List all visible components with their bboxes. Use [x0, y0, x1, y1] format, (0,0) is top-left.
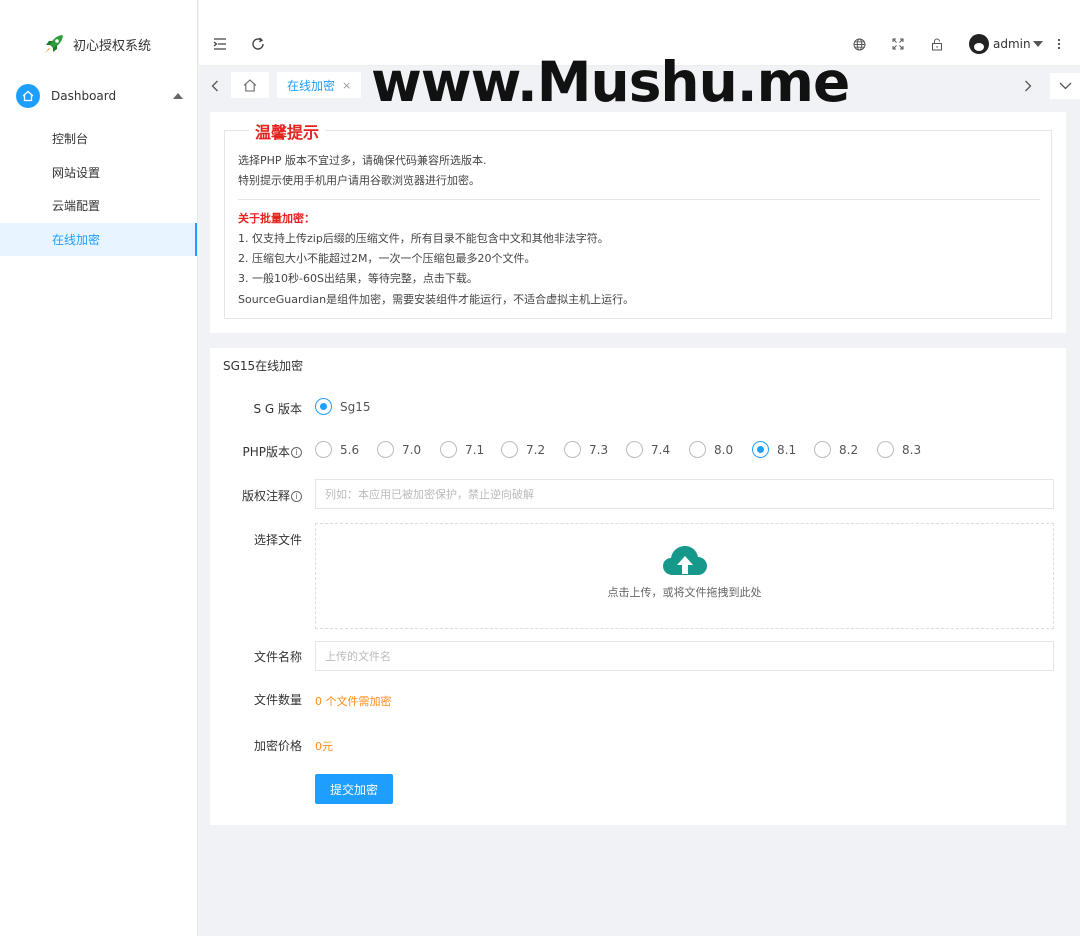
sidebar-item-console[interactable]: 控制台 [0, 122, 197, 156]
radio-label: 7.2 [526, 442, 546, 457]
php-version-label-text: PHP版本 [242, 445, 291, 459]
radio-label: 8.1 [777, 442, 797, 457]
sidebar: 初心授权系统 Dashboard 控制台 网站设置 云端配置 在线加密 [0, 0, 198, 936]
php-version-radio[interactable]: 5.6 [315, 441, 359, 458]
php-version-radio[interactable]: 7.3 [564, 441, 608, 458]
divider [238, 199, 1040, 200]
radio-label: 7.3 [589, 442, 609, 457]
php-version-radio[interactable]: 8.1 [752, 441, 796, 458]
tab-close-icon[interactable]: × [342, 79, 351, 92]
more-vertical-icon[interactable] [1049, 34, 1069, 54]
batch-heading: 关于批量加密： [238, 212, 315, 225]
tabs-dropdown-button[interactable] [1050, 73, 1080, 99]
radio-label: 8.2 [839, 442, 859, 457]
radio-circle [626, 441, 643, 458]
menu-fold-icon[interactable] [210, 34, 230, 54]
submit-encrypt-button[interactable]: 提交加密 [315, 774, 393, 804]
user-menu[interactable]: admin [969, 33, 1043, 55]
radio-circle [501, 441, 518, 458]
notice-line: 特别提示使用手机用户请用谷歌浏览器进行加密。 [238, 174, 480, 187]
tab-label: 在线加密 [287, 78, 336, 93]
radio-label: 7.1 [465, 442, 485, 457]
fullscreen-icon[interactable] [888, 34, 908, 54]
radio-circle [877, 441, 894, 458]
radio-circle [315, 441, 332, 458]
app-logo[interactable]: 初心授权系统 [0, 0, 197, 88]
radio-circle [377, 441, 394, 458]
sidebar-group-dashboard[interactable]: Dashboard [0, 84, 197, 108]
radio-circle [315, 398, 332, 415]
file-count-value: 0 个文件需加密 [315, 695, 392, 708]
tab-home[interactable] [231, 72, 269, 98]
home-outline-icon [243, 78, 257, 92]
info-icon[interactable]: i [291, 447, 302, 458]
filename-input[interactable] [315, 641, 1054, 671]
watermark-text: www.Mushu.me [371, 50, 850, 114]
filename-label: 文件名称 [253, 650, 302, 664]
batch-line: 1. 仅支持上传zip后缀的压缩文件，所有目录不能包含中文和其他非法字符。 [238, 232, 609, 245]
notice-card: 温馨提示 选择PHP 版本不宜过多，请确保代码兼容所选版本. 特别提示使用手机用… [210, 112, 1066, 333]
radio-circle [752, 441, 769, 458]
php-version-label: PHP版本 i [210, 443, 302, 460]
chevron-down-icon [1059, 82, 1071, 90]
lock-icon[interactable] [927, 34, 947, 54]
refresh-icon[interactable] [248, 34, 268, 54]
php-version-radio[interactable]: 8.3 [877, 441, 921, 458]
app-title: 初心授权系统 [73, 38, 152, 54]
home-icon [16, 84, 40, 108]
sg-version-radio[interactable]: Sg15 [315, 398, 371, 415]
radio-circle [564, 441, 581, 458]
php-version-radio[interactable]: 7.1 [440, 441, 484, 458]
batch-line: SourceGuardian是组件加密，需要安装组件才能运行，不适合虚拟主机上运… [238, 293, 635, 306]
tabs-prev-icon[interactable] [205, 76, 225, 96]
php-version-radio[interactable]: 8.0 [689, 441, 733, 458]
notice-line: 选择PHP 版本不宜过多，请确保代码兼容所选版本. [238, 154, 487, 167]
sidebar-group-label: Dashboard [51, 89, 117, 103]
radio-label: 7.4 [651, 442, 671, 457]
price-label: 加密价格 [253, 739, 302, 753]
radio-circle [814, 441, 831, 458]
radio-circle [689, 441, 706, 458]
php-version-radio[interactable]: 7.0 [377, 441, 421, 458]
sidebar-submenu: 控制台 网站设置 云端配置 在线加密 [0, 122, 197, 257]
encrypt-form-card: SG15在线加密 S G 版本 Sg15 PHP版本 i 5.6 7.0 7.1 7.2… [210, 348, 1066, 825]
sidebar-item-cloud-config[interactable]: 云端配置 [0, 189, 197, 223]
sidebar-item-site-settings[interactable]: 网站设置 [0, 156, 197, 190]
file-count-label: 文件数量 [253, 693, 302, 707]
copyright-label: 版权注释 i [210, 487, 302, 504]
caret-down-icon [1032, 41, 1043, 47]
copyright-label-text: 版权注释 [241, 489, 290, 503]
sg-version-label: S G 版本 [253, 402, 302, 416]
sidebar-item-online-encrypt[interactable]: 在线加密 [0, 222, 197, 257]
globe-icon[interactable] [849, 34, 869, 54]
copyright-input[interactable] [315, 479, 1054, 509]
php-version-radio[interactable]: 7.2 [501, 441, 545, 458]
php-version-radio[interactable]: 7.4 [626, 441, 670, 458]
notice-title: 温馨提示 [249, 119, 326, 143]
notice-fieldset: 温馨提示 选择PHP 版本不宜过多，请确保代码兼容所选版本. 特别提示使用手机用… [224, 119, 1052, 319]
radio-label: 8.0 [714, 442, 734, 457]
avatar [969, 34, 989, 54]
tabs-next-icon[interactable] [1018, 76, 1038, 96]
price-value: 0元 [315, 740, 333, 753]
cloud-upload-icon [662, 546, 707, 575]
file-upload-dropzone[interactable]: 点击上传，或将文件拖拽到此处 [315, 523, 1054, 629]
radio-label: Sg15 [340, 399, 371, 414]
radio-label: 5.6 [340, 442, 360, 457]
radio-circle [440, 441, 457, 458]
php-version-radio[interactable]: 8.2 [814, 441, 858, 458]
file-select-label: 选择文件 [253, 533, 302, 547]
caret-up-icon [173, 93, 183, 99]
rocket-logo-icon [45, 35, 63, 53]
batch-line: 3. 一般10秒-60S出结果，等待完整，点击下载。 [238, 272, 478, 285]
info-icon[interactable]: i [291, 491, 302, 502]
user-name: admin [993, 37, 1031, 51]
batch-line: 2. 压缩包大小不能超过2M，一次一个压缩包最多20个文件。 [238, 252, 536, 265]
radio-label: 7.0 [402, 442, 422, 457]
form-title: SG15在线加密 [223, 359, 304, 373]
upload-hint: 点击上传，或将文件拖拽到此处 [607, 586, 762, 599]
tab-online-encrypt[interactable]: 在线加密 × [277, 72, 361, 98]
radio-label: 8.3 [902, 442, 922, 457]
